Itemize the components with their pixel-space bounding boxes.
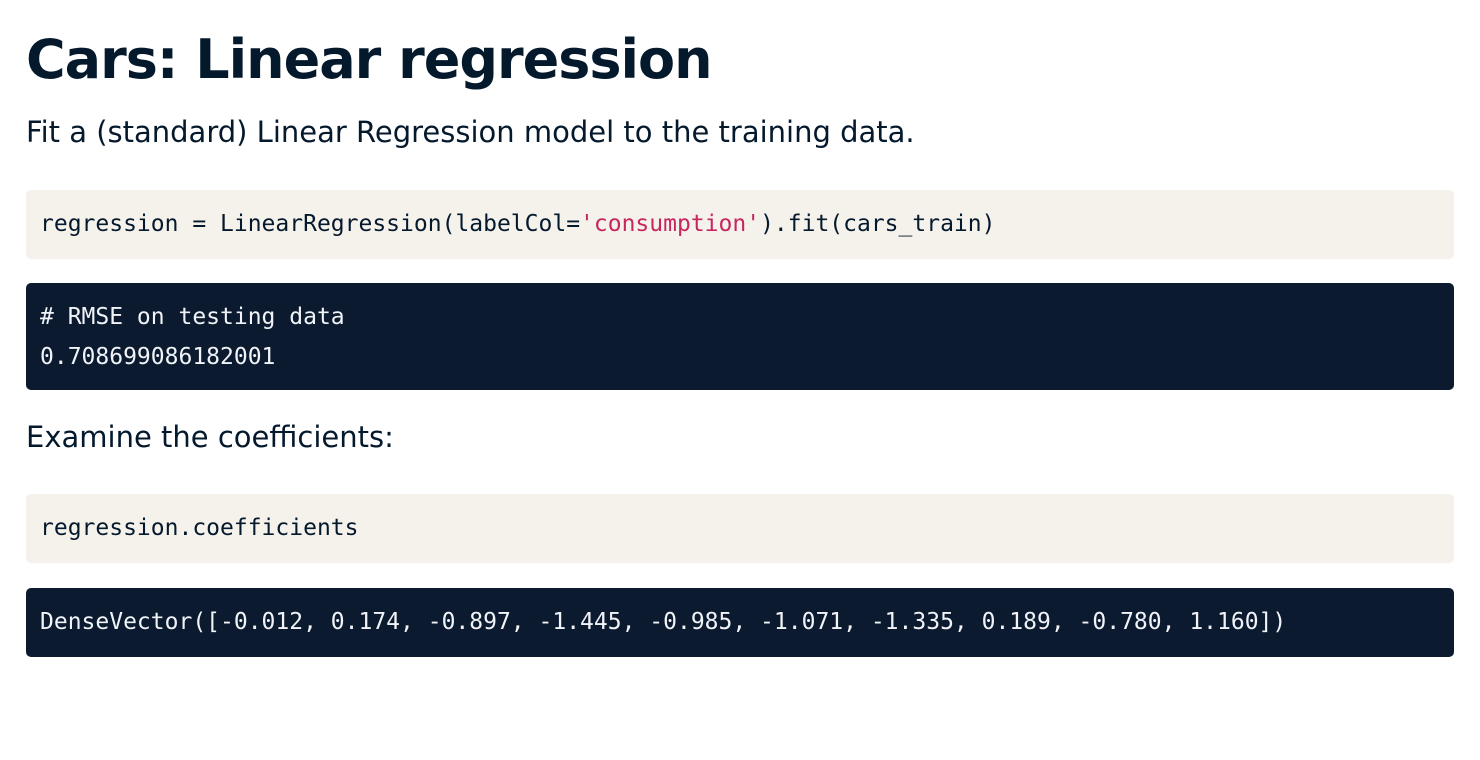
output-rmse-comment: # RMSE on testing data xyxy=(40,304,345,330)
code-fit-string: 'consumption' xyxy=(580,211,761,237)
code-block-fit[interactable]: regression = LinearRegression(labelCol='… xyxy=(26,190,1454,259)
examine-text: Examine the coefficients: xyxy=(26,420,394,454)
code-coefficients-text: regression.coefficients xyxy=(40,515,359,541)
code-block-coefficients[interactable]: regression.coefficients xyxy=(26,494,1454,563)
output-block-rmse[interactable]: # RMSE on testing data 0.708699086182001 xyxy=(26,283,1454,390)
output-block-coefficients[interactable]: DenseVector([-0.012, 0.174, -0.897, -1.4… xyxy=(26,588,1454,657)
output-coefficients-text: DenseVector([-0.012, 0.174, -0.897, -1.4… xyxy=(40,609,1287,635)
code-fit-before: regression = LinearRegression(labelCol= xyxy=(40,211,581,237)
output-rmse-value: 0.708699086182001 xyxy=(40,344,276,370)
intro-text: Fit a (standard) Linear Regression model… xyxy=(26,115,915,149)
code-fit-after: ).fit(cars_train) xyxy=(760,211,996,237)
page-title: Cars: Linear regression xyxy=(26,28,713,91)
slide: Cars: Linear regression Fit a (standard)… xyxy=(0,0,1480,760)
